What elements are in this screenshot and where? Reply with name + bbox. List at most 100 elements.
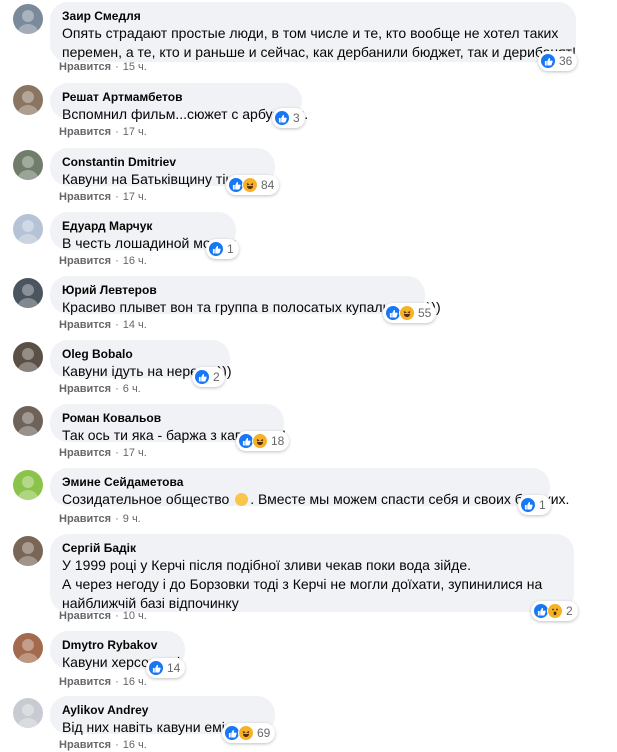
reaction-summary[interactable]: 69 [222,723,276,743]
reaction-summary[interactable]: 1 [206,239,239,259]
like-link[interactable]: Нравится [59,513,111,525]
reaction-count: 2 [213,370,220,384]
avatar[interactable] [13,536,43,566]
reaction-count: 14 [167,661,181,675]
reaction-count: 18 [271,434,285,448]
comment-bubble: Эмине Сейдаметова Созидательное общество … [50,468,569,509]
meta-dot: · [115,447,119,459]
comment-bubble: Юрий Левтеров Красиво плывет вон та групп… [50,276,441,317]
like-link[interactable]: Нравится [59,126,111,138]
comment-text: Созидательное общество . Вместе мы можем… [62,490,569,509]
comment-meta: Нравится · 17 ч. [59,446,147,460]
reaction-summary[interactable]: 55 [383,303,437,323]
avatar[interactable] [13,85,43,115]
comment-time[interactable]: 16 ч. [123,676,147,688]
like-link[interactable]: Нравится [59,447,111,459]
like-link[interactable]: Нравится [59,61,111,73]
comment-time[interactable]: 16 ч. [123,255,147,267]
comment-meta: Нравится · 15 ч. [59,60,147,74]
meta-dot: · [115,610,119,622]
reaction-summary[interactable]: 14 [146,658,186,678]
comment-text-line: Красиво плывет вон та группа в полосатых… [62,299,441,315]
avatar[interactable] [13,633,43,663]
meta-dot: · [115,676,119,688]
like-link[interactable]: Нравится [59,739,111,751]
comment-time[interactable]: 6 ч. [123,383,141,395]
comment-author[interactable]: Oleg Bobalo [62,347,218,362]
avatar[interactable] [13,150,43,180]
comment-time[interactable]: 10 ч. [123,610,147,622]
reaction-count: 36 [559,54,573,68]
haha-reaction-icon [252,433,268,449]
comment-meta: Нравится · 6 ч. [59,382,141,396]
comment-time[interactable]: 9 ч. [123,513,141,525]
comment-author[interactable]: Едуард Марчук [62,219,224,234]
avatar[interactable] [13,698,43,728]
meta-dot: · [115,513,119,525]
comment-author[interactable]: Dmytro Rybakov [62,638,173,653]
avatar[interactable] [13,406,43,436]
meta-dot: · [115,383,119,395]
comment-author[interactable]: Роман Ковальов [62,411,272,426]
reaction-summary[interactable]: 2 [192,367,225,387]
comment-text: Красиво плывет вон та группа в полосатых… [62,298,441,317]
comment-author[interactable]: Сергій Бадік [62,541,562,556]
comment-meta: Нравится · 17 ч. [59,190,147,204]
reaction-summary[interactable]: 3 [272,108,305,128]
comment-text: В честь лошадиной морды [62,234,237,253]
comment-text: Опять страдают простые люди, в том числе… [62,24,576,62]
reaction-count: 1 [227,242,234,256]
comment-author[interactable]: Constantin Dmitriev [62,155,263,170]
comment-text-line: В честь лошадиной морды [62,235,237,251]
comment-text-line: Опять страдают простые люди, в том числе… [62,25,559,41]
meta-dot: · [115,319,119,331]
comment-meta: Нравится · 9 ч. [59,512,141,526]
meta-dot: · [115,739,119,751]
reaction-summary[interactable]: 2 [531,601,578,621]
comment-author[interactable]: Решат Артмамбетов [62,90,290,105]
comment-author[interactable]: Заир Смедля [62,9,564,24]
comment-time[interactable]: 14 ч. [123,319,147,331]
comment-meta: Нравится · 10 ч. [59,609,147,623]
comment-time[interactable]: 15 ч. [123,61,147,73]
like-link[interactable]: Нравится [59,676,111,688]
avatar[interactable] [13,470,43,500]
like-link[interactable]: Нравится [59,319,111,331]
comment-author[interactable]: Aylikov Andrey [62,703,263,718]
wow-reaction-icon [547,603,563,619]
comment-meta: Нравится · 17 ч. [59,125,147,139]
reaction-summary[interactable]: 18 [236,431,290,451]
meta-dot: · [115,191,119,203]
smile-emoji-icon [235,493,249,506]
comment-time[interactable]: 17 ч. [123,191,147,203]
avatar[interactable] [13,342,43,372]
comment-text-line: Вспомнил фильм...сюжет с арбузами. [62,106,309,122]
like-reaction-icon [194,369,210,385]
like-link[interactable]: Нравится [59,610,111,622]
meta-dot: · [115,126,119,138]
reaction-count: 3 [293,111,300,125]
like-link[interactable]: Нравится [59,255,111,267]
like-link[interactable]: Нравится [59,383,111,395]
avatar[interactable] [13,278,43,308]
like-reaction-icon [520,497,536,513]
avatar[interactable] [13,4,43,34]
reaction-summary[interactable]: 36 [538,51,578,71]
reaction-count: 84 [261,178,275,192]
comment-time[interactable]: 17 ч. [123,126,147,138]
haha-reaction-icon [242,177,258,193]
reaction-count: 2 [566,604,573,618]
comment-author[interactable]: Юрий Левтеров [62,283,413,298]
reaction-summary[interactable]: 84 [226,175,280,195]
reaction-summary[interactable]: 1 [518,495,551,515]
comment-text: У 1999 році у Керчі після подібної зливи… [62,556,562,613]
comment-meta: Нравится · 16 ч. [59,254,147,268]
avatar[interactable] [13,214,43,244]
like-reaction-icon [208,241,224,257]
comment-author[interactable]: Эмине Сейдаметова [62,475,538,490]
comment-time[interactable]: 16 ч. [123,739,147,751]
meta-dot: · [115,61,119,73]
like-reaction-icon [274,110,290,126]
comment-time[interactable]: 17 ч. [123,447,147,459]
like-link[interactable]: Нравится [59,191,111,203]
